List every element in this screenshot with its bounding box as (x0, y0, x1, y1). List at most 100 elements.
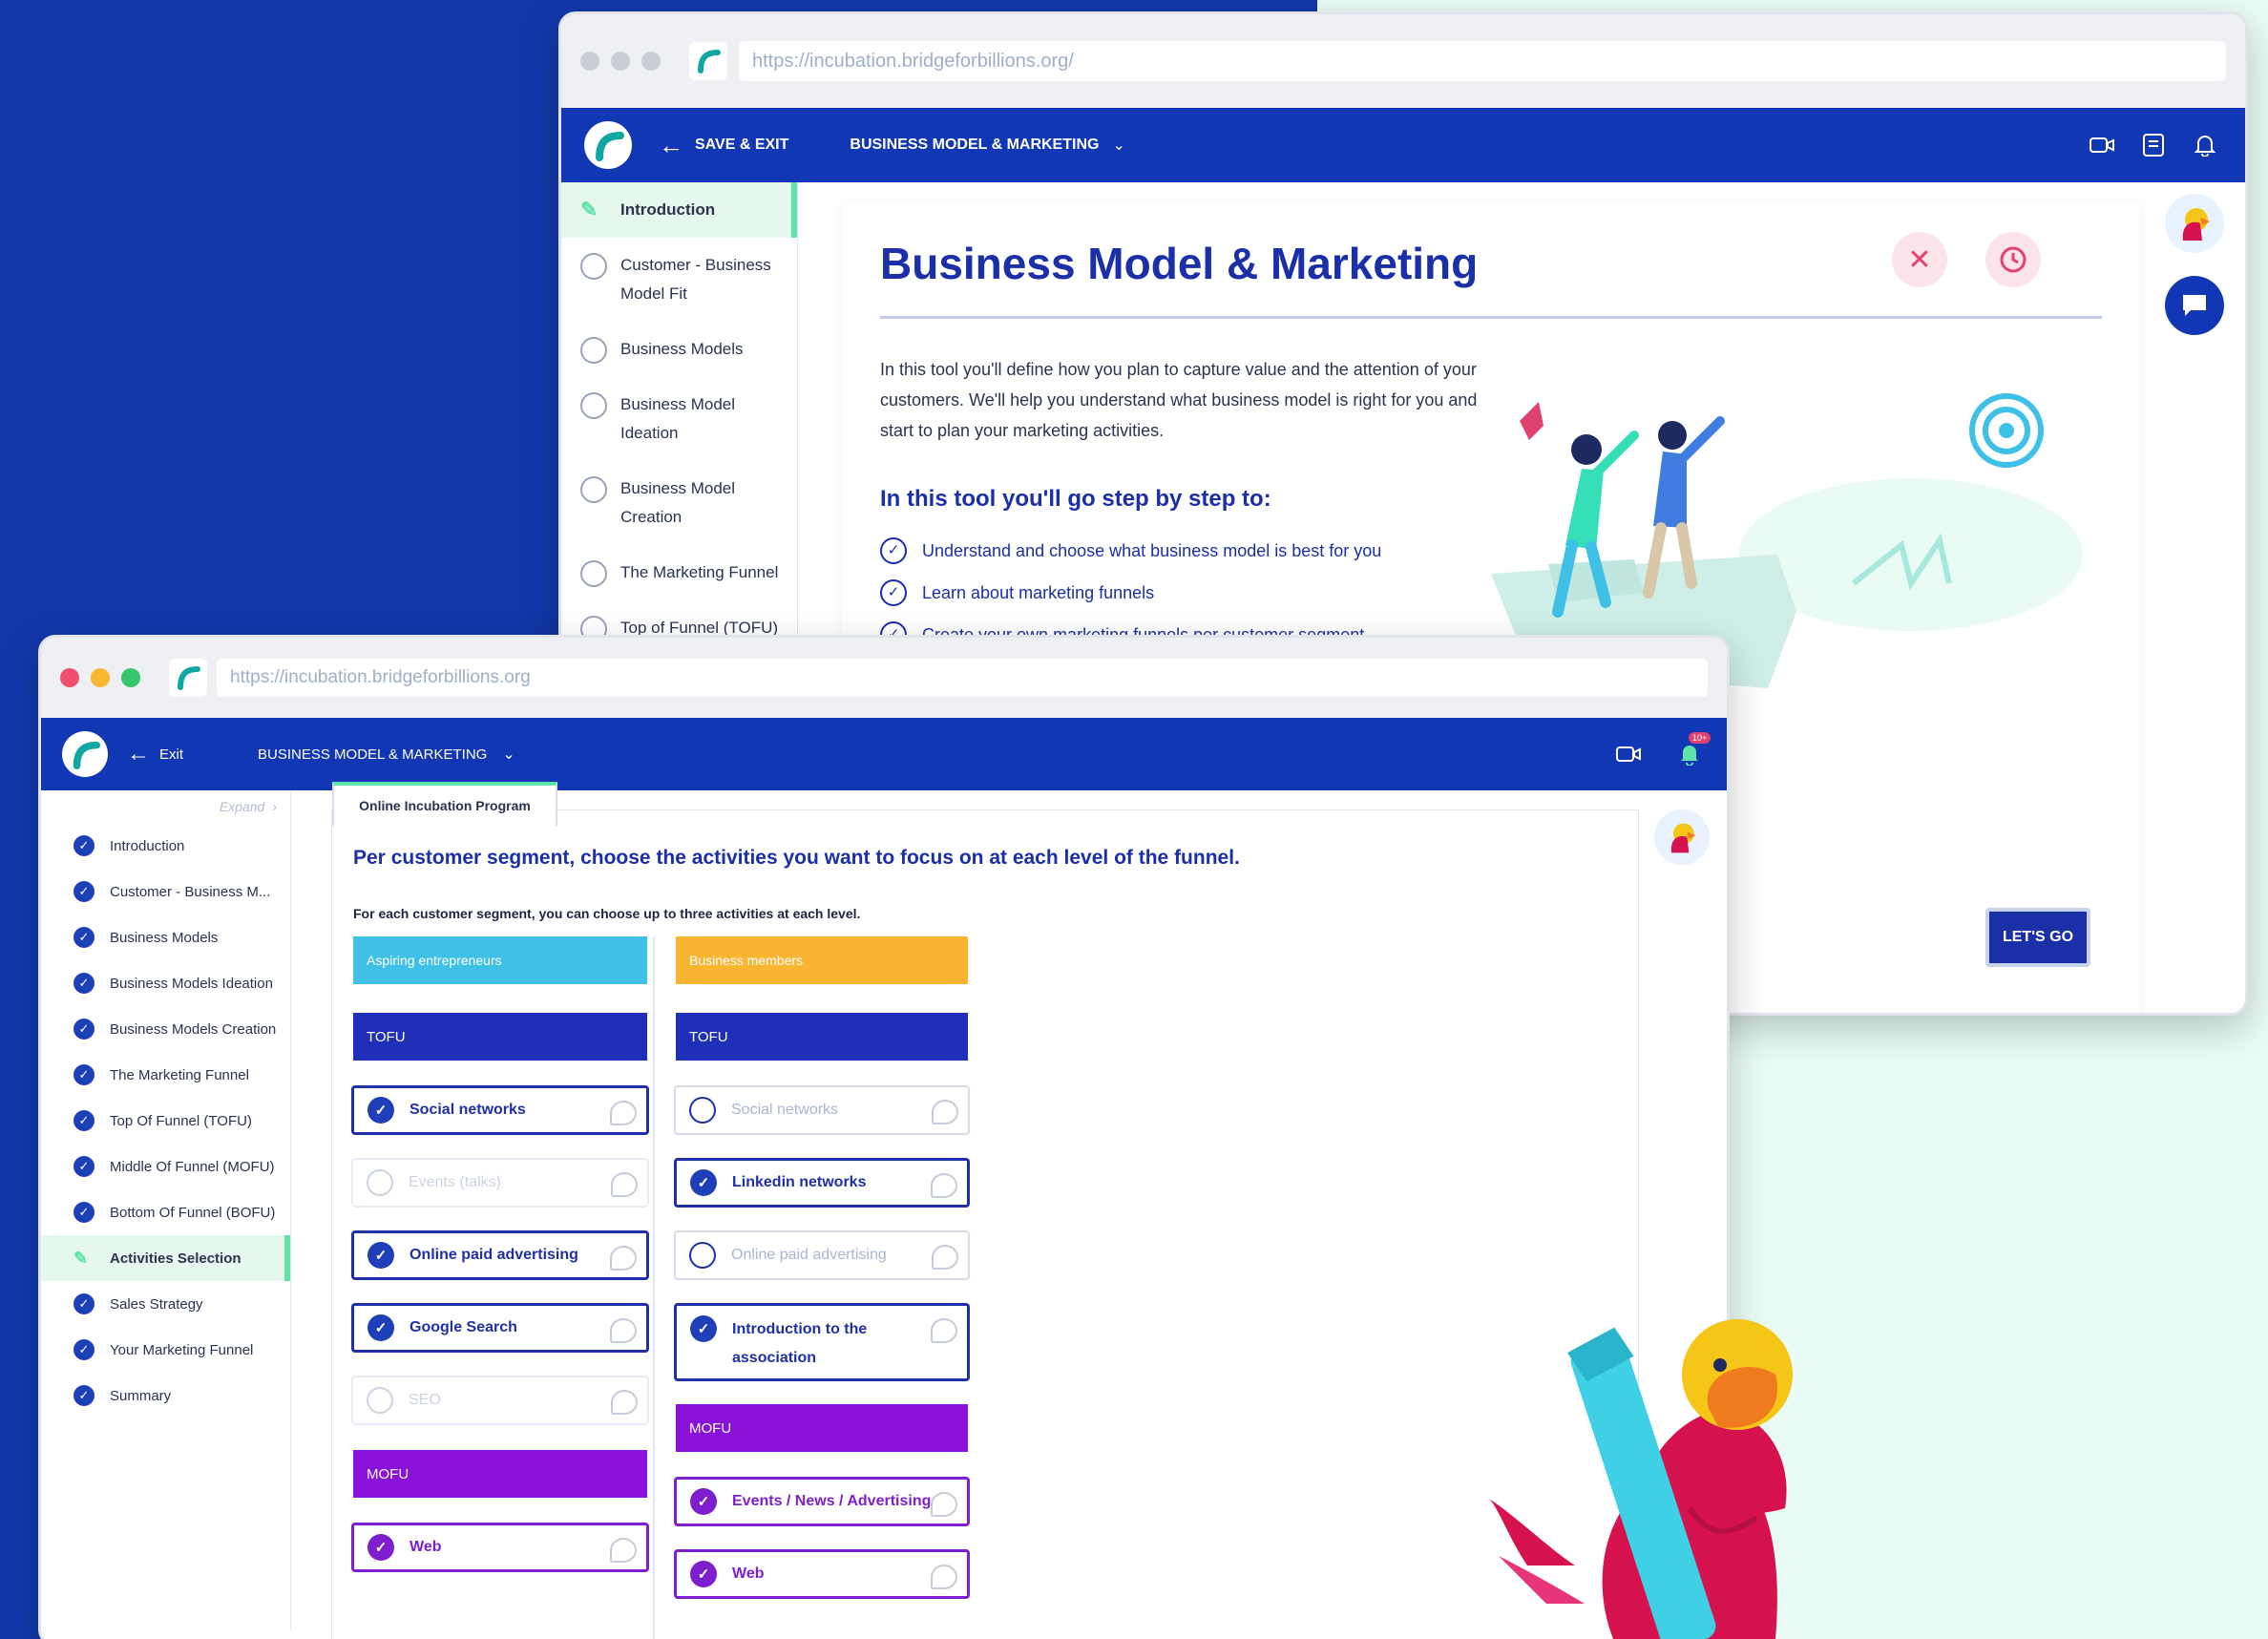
sidebar-item-label: Summary (110, 1387, 172, 1404)
comment-icon[interactable] (931, 1318, 957, 1343)
segment-divider (653, 936, 655, 1639)
comment-icon[interactable] (610, 1101, 637, 1125)
arrow-left-icon[interactable]: ← (659, 131, 683, 160)
comment-icon[interactable] (610, 1538, 637, 1563)
sidebar-item-ideation[interactable]: ✓ Business Models Ideation (41, 960, 290, 1006)
steps-heading: In this tool you'll go step by step to: (880, 486, 1271, 512)
comment-icon[interactable] (610, 1318, 637, 1343)
expand-toggle[interactable]: Expand › (41, 790, 290, 823)
activity-option[interactable]: ✓ Web (351, 1523, 649, 1572)
pencil-icon: ✎ (74, 1248, 89, 1268)
check-icon: ✓ (74, 927, 94, 948)
comment-icon[interactable] (931, 1565, 957, 1589)
module-dropdown[interactable]: BUSINESS MODEL & MARKETING (258, 746, 487, 763)
sidebar-item-customer-fit[interactable]: Customer - Business Model Fit (561, 238, 797, 322)
bell-icon[interactable] (2188, 128, 2222, 162)
comment-icon[interactable] (610, 1246, 637, 1271)
sidebar-item-mofu[interactable]: ✓ Middle Of Funnel (MOFU) (41, 1144, 290, 1189)
sidebar-item-label: Business Model Creation (620, 479, 736, 526)
activity-option[interactable]: ✓ Social networks (351, 1085, 649, 1135)
sidebar-item-sales-strategy[interactable]: ✓ Sales Strategy (41, 1281, 290, 1327)
bell-icon[interactable]: 10+ (1673, 732, 1712, 770)
url-text: https://incubation.bridgeforbillions.org… (752, 50, 1074, 72)
segment-name: Business members (689, 953, 804, 968)
sidebar-item-label: Customer - Business M... (110, 883, 271, 900)
url-bar[interactable]: https://incubation.bridgeforbillions.org… (739, 41, 2226, 81)
comment-icon[interactable] (611, 1172, 638, 1197)
sidebar-item-your-funnel[interactable]: ✓ Your Marketing Funnel (41, 1327, 290, 1373)
activity-option[interactable]: ✓ Online paid advertising (351, 1230, 649, 1280)
check-circle-icon: ✓ (690, 1169, 717, 1196)
document-icon[interactable] (2136, 128, 2171, 162)
video-icon[interactable] (1612, 738, 1645, 770)
title-divider (880, 316, 2102, 319)
url-bar[interactable]: https://incubation.bridgeforbillions.org (217, 659, 1708, 697)
sidebar-item-customer-fit[interactable]: ✓ Customer - Business M... (41, 869, 290, 914)
segment-name: Aspiring entrepreneurs (367, 953, 502, 968)
funnel-level-label: TOFU (367, 1028, 406, 1045)
sidebar-item-summary[interactable]: ✓ Summary (41, 1373, 290, 1418)
empty-circle-icon (689, 1097, 716, 1124)
sidebar-item-business-models[interactable]: ✓ Business Models (41, 914, 290, 960)
funnel-level-label: MOFU (367, 1465, 410, 1482)
activity-option[interactable]: ✓ Google Search (351, 1303, 649, 1353)
close-dot[interactable] (60, 668, 79, 687)
comment-icon[interactable] (932, 1100, 958, 1124)
sidebar-item-introduction[interactable]: ✓ Introduction (41, 823, 290, 869)
comment-icon[interactable] (611, 1390, 638, 1415)
sidebar-item-marketing-funnel[interactable]: The Marketing Funnel (561, 545, 797, 600)
activity-option[interactable]: ✓ Introduction to the association (674, 1303, 970, 1381)
chevron-down-icon[interactable]: ⌄ (1112, 136, 1124, 155)
activity-option[interactable]: Online paid advertising (674, 1230, 970, 1280)
save-exit-button[interactable]: SAVE & EXIT (695, 137, 788, 154)
activity-option[interactable]: SEO (351, 1376, 649, 1425)
activity-option[interactable]: ✓ Events / News / Advertising (674, 1477, 970, 1526)
clock-icon[interactable] (1985, 232, 2041, 287)
activity-option[interactable]: Events (talks) (351, 1158, 649, 1208)
check-icon: ✓ (74, 1019, 94, 1040)
activity-label: Web (732, 1565, 765, 1582)
activity-option[interactable]: Social networks (674, 1085, 970, 1135)
chevron-down-icon[interactable]: ⌄ (502, 745, 514, 764)
pencil-icon: ✎ (580, 198, 598, 221)
avatar[interactable] (2165, 194, 2224, 253)
sidebar-item-label: Activities Selection (110, 1250, 242, 1267)
sidebar-item-introduction[interactable]: ✎ Introduction (561, 182, 797, 238)
exit-button[interactable]: Exit (159, 746, 183, 763)
avatar[interactable] (1654, 809, 1710, 865)
empty-circle-icon (580, 337, 607, 364)
lets-go-button[interactable]: LET'S GO (1985, 908, 2090, 967)
app-topbar: ← Exit BUSINESS MODEL & MARKETING ⌄ 10+ (41, 718, 1727, 790)
comment-icon[interactable] (931, 1492, 957, 1517)
minimize-dot[interactable] (91, 668, 110, 687)
activity-option[interactable]: ✓ Linkedin networks (674, 1158, 970, 1208)
tab-online-incubation[interactable]: Online Incubation Program (332, 782, 557, 826)
sidebar-item-creation[interactable]: ✓ Business Models Creation (41, 1006, 290, 1052)
favicon-icon (169, 659, 207, 697)
back-sidebar: ✎ Introduction Customer - Business Model… (561, 182, 798, 642)
sidebar-item-bofu[interactable]: ✓ Bottom Of Funnel (BOFU) (41, 1189, 290, 1235)
activity-label: Linkedin networks (732, 1174, 867, 1190)
sidebar-item-label: Business Models Creation (110, 1020, 277, 1038)
activity-option[interactable]: ✓ Web (674, 1549, 970, 1599)
sidebar-item-marketing-funnel[interactable]: ✓ The Marketing Funnel (41, 1052, 290, 1098)
sidebar-item-business-model-creation[interactable]: Business Model Creation (561, 461, 797, 545)
check-icon: ✓ (74, 1156, 94, 1177)
sidebar-item-business-model-ideation[interactable]: Business Model Ideation (561, 377, 797, 461)
arrow-left-icon[interactable]: ← (127, 741, 150, 767)
tools-icon[interactable]: ✕ (1892, 232, 1947, 287)
comment-icon[interactable] (932, 1245, 958, 1270)
sidebar-item-activities-selection[interactable]: ✎ Activities Selection (41, 1235, 290, 1281)
window-dot (641, 52, 661, 71)
maximize-dot[interactable] (121, 668, 140, 687)
video-icon[interactable] (2085, 128, 2119, 162)
segment-header-business-members: Business members (676, 936, 968, 984)
url-text: https://incubation.bridgeforbillions.org (230, 667, 531, 687)
check-icon: ✓ (74, 1339, 94, 1360)
comment-icon[interactable] (931, 1173, 957, 1198)
chat-icon[interactable] (2165, 276, 2224, 335)
sidebar-item-business-models[interactable]: Business Models (561, 322, 797, 377)
sidebar-item-label: Business Models Ideation (110, 975, 273, 992)
sidebar-item-tofu[interactable]: ✓ Top Of Funnel (TOFU) (41, 1098, 290, 1144)
module-dropdown[interactable]: BUSINESS MODEL & MARKETING (850, 137, 1099, 154)
